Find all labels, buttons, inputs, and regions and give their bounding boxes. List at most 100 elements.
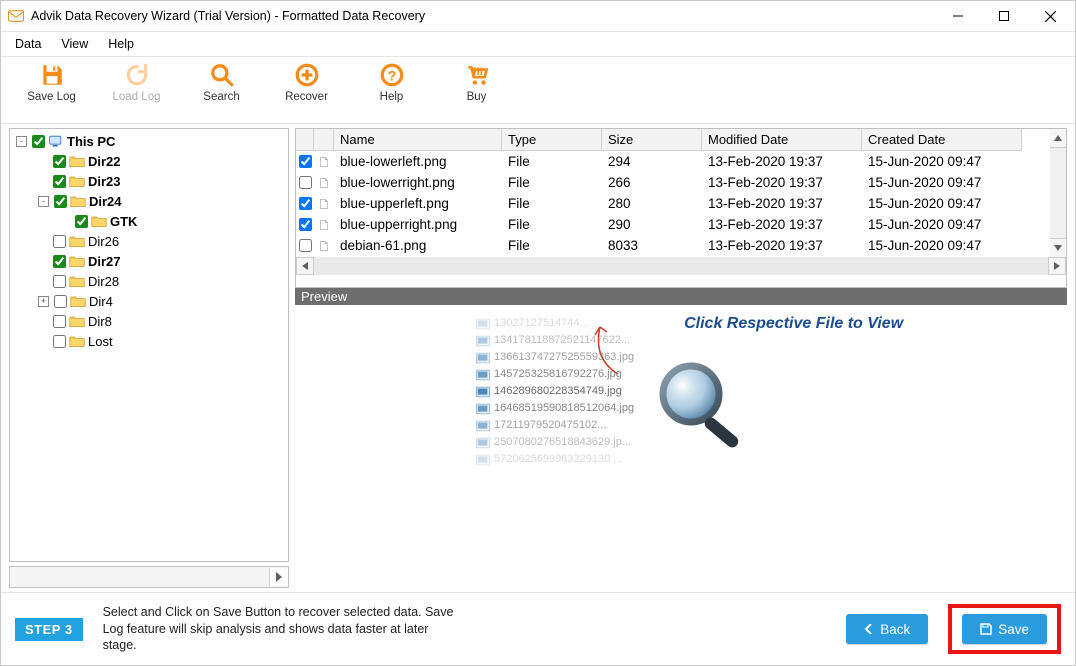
column-header[interactable]: Name: [334, 129, 502, 151]
window-maximize-button[interactable]: [981, 1, 1027, 31]
tree-item[interactable]: Dir26: [10, 231, 288, 251]
scroll-right-icon[interactable]: [1048, 257, 1066, 275]
cell-name[interactable]: blue-upperleft.png: [334, 193, 502, 214]
cell-size: 294: [602, 151, 702, 172]
tree-item-label: Dir28: [88, 274, 119, 289]
tree-item[interactable]: Dir22: [10, 151, 288, 171]
menu-view[interactable]: View: [51, 37, 98, 51]
tree-item-checkbox[interactable]: [53, 255, 66, 268]
cell-modified: 13-Feb-2020 19:37: [702, 172, 862, 193]
tree-item-label: Dir8: [88, 314, 112, 329]
grid-horizontal-scrollbar[interactable]: [296, 257, 1066, 275]
cell-name[interactable]: blue-lowerright.png: [334, 172, 502, 193]
cell-name[interactable]: blue-upperright.png: [334, 214, 502, 235]
tree-item[interactable]: Dir28: [10, 271, 288, 291]
search-icon: [208, 61, 236, 89]
tree-item[interactable]: Dir27: [10, 251, 288, 271]
column-header[interactable]: Size: [602, 129, 702, 151]
folder-tree[interactable]: -This PCDir22Dir23 - Dir24 GTK Dir26 Dir27 Dir…: [9, 128, 289, 562]
tree-item-checkbox[interactable]: [53, 235, 66, 248]
file-icon: [314, 151, 334, 172]
window-close-button[interactable]: [1027, 1, 1073, 31]
tree-item-checkbox[interactable]: [54, 295, 67, 308]
titlebar: Advik Data Recovery Wizard (Trial Versio…: [1, 1, 1075, 32]
tree-item-label: Dir27: [88, 254, 121, 269]
cell-type: File: [502, 235, 602, 256]
tree-item-checkbox[interactable]: [53, 335, 66, 348]
chevron-left-icon: [864, 624, 874, 634]
tree-item-checkbox[interactable]: [53, 315, 66, 328]
tree-item-checkbox[interactable]: [32, 135, 45, 148]
tree-item[interactable]: -This PC: [10, 131, 288, 151]
column-header[interactable]: Type: [502, 129, 602, 151]
tree-toggle-icon[interactable]: -: [38, 196, 49, 207]
toolbar-help[interactable]: ? Help: [349, 61, 434, 103]
tree-item-checkbox[interactable]: [53, 155, 66, 168]
file-icon: [314, 214, 334, 235]
column-header[interactable]: Created Date: [862, 129, 1022, 151]
row-checkbox[interactable]: [296, 151, 314, 172]
tree-item-checkbox[interactable]: [53, 175, 66, 188]
tree-item-label: Dir4: [89, 294, 113, 309]
scroll-left-icon[interactable]: [296, 257, 314, 275]
cell-name[interactable]: blue-lowerleft.png: [334, 151, 502, 172]
file-grid[interactable]: NameTypeSizeModified DateCreated Date blu…: [295, 128, 1067, 288]
tree-horizontal-scrollbar[interactable]: [9, 566, 289, 588]
tree-item[interactable]: GTK: [10, 211, 288, 231]
save-button[interactable]: Save: [962, 614, 1047, 644]
cart-icon: [463, 61, 491, 89]
scroll-down-icon[interactable]: [1050, 238, 1066, 257]
cell-created: 15-Jun-2020 09:47: [862, 214, 1022, 235]
cell-modified: 13-Feb-2020 19:37: [702, 151, 862, 172]
app-icon: [7, 7, 25, 25]
file-icon: [314, 172, 334, 193]
cell-created: 15-Jun-2020 09:47: [862, 151, 1022, 172]
menu-data[interactable]: Data: [5, 37, 51, 51]
menu-help[interactable]: Help: [98, 37, 144, 51]
toolbar-buy[interactable]: Buy: [434, 61, 519, 103]
preview-sample-line: 16468519590818512​064.jpg: [476, 400, 634, 417]
row-checkbox[interactable]: [296, 235, 314, 256]
preview-sample-line: 1462896802283547​49.jpg: [476, 383, 634, 400]
tree-item[interactable]: Dir8: [10, 311, 288, 331]
tree-item-label: Dir24: [89, 194, 122, 209]
row-checkbox[interactable]: [296, 172, 314, 193]
cell-name[interactable]: debian-61.png: [334, 235, 502, 256]
question-circle-icon: ?: [378, 61, 406, 89]
tree-item-checkbox[interactable]: [53, 275, 66, 288]
row-checkbox[interactable]: [296, 193, 314, 214]
floppy-icon: [980, 623, 992, 635]
footer: STEP 3 Select and Click on Save Button t…: [1, 592, 1075, 665]
cell-type: File: [502, 193, 602, 214]
cell-size: 280: [602, 193, 702, 214]
tree-item[interactable]: Lost: [10, 331, 288, 351]
plus-circle-icon: [293, 61, 321, 89]
save-highlight: Save: [948, 604, 1061, 654]
window-minimize-button[interactable]: [935, 1, 981, 31]
floppy-icon: [38, 61, 66, 89]
back-button[interactable]: Back: [846, 614, 928, 644]
refresh-icon: [123, 61, 151, 89]
tree-item[interactable]: + Dir4: [10, 291, 288, 311]
preview-sample-line: 13027127514744...: [476, 315, 634, 332]
tree-item-checkbox[interactable]: [54, 195, 67, 208]
cell-modified: 13-Feb-2020 19:37: [702, 235, 862, 256]
toolbar-recover[interactable]: Recover: [264, 61, 349, 103]
tree-item[interactable]: Dir23: [10, 171, 288, 191]
toolbar-load-log[interactable]: Load Log: [94, 61, 179, 103]
toolbar-search[interactable]: Search: [179, 61, 264, 103]
column-header[interactable]: Modified Date: [702, 129, 862, 151]
tree-item-label: Dir26: [88, 234, 119, 249]
tree-toggle-icon[interactable]: -: [16, 136, 27, 147]
window-title: Advik Data Recovery Wizard (Trial Versio…: [31, 9, 935, 23]
scroll-right-icon[interactable]: [269, 568, 288, 586]
cell-size: 266: [602, 172, 702, 193]
tree-item[interactable]: - Dir24: [10, 191, 288, 211]
grid-vertical-scrollbar[interactable]: [1050, 129, 1066, 257]
tree-item-checkbox[interactable]: [75, 215, 88, 228]
preview-sample-line: 1721197952047510​2...: [476, 417, 634, 434]
toolbar-save-log[interactable]: Save Log: [9, 61, 94, 103]
scroll-up-icon[interactable]: [1050, 129, 1066, 148]
tree-toggle-icon[interactable]: +: [38, 296, 49, 307]
row-checkbox[interactable]: [296, 214, 314, 235]
